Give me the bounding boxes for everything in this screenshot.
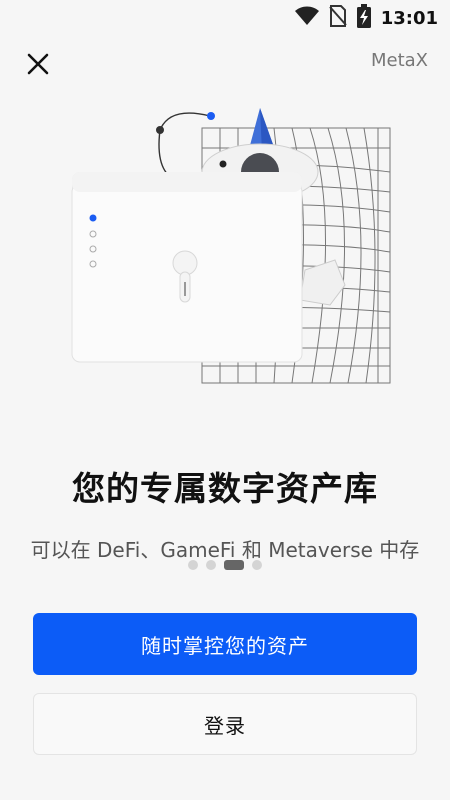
login-button[interactable]: 登录 <box>33 693 417 755</box>
manage-assets-button[interactable]: 随时掌控您的资产 <box>33 613 417 675</box>
wifi-icon <box>294 6 319 30</box>
hero-title: 您的专属数字资产库 <box>72 469 378 508</box>
status-time: 13:01 <box>380 7 438 29</box>
close-icon <box>27 53 49 75</box>
keyhole-icon <box>172 250 198 276</box>
no-sim-icon <box>328 5 347 31</box>
pager-dots <box>0 560 450 570</box>
illustration-art <box>71 108 391 384</box>
pager-dot[interactable] <box>188 560 198 570</box>
vault-illustration <box>60 100 400 400</box>
battery-charging-icon <box>356 4 371 32</box>
pager-dot[interactable] <box>252 560 262 570</box>
pager-dot[interactable] <box>206 560 216 570</box>
hero-subtitle: 可以在 DeFi、GameFi 和 Metaverse 中存 <box>30 538 420 562</box>
pager-dot-active[interactable] <box>224 560 244 570</box>
brand-name: MetaX <box>370 50 428 71</box>
status-bar: 13:01 <box>0 0 450 36</box>
status-icons: 13:01 <box>294 4 438 32</box>
close-button[interactable] <box>22 48 54 80</box>
